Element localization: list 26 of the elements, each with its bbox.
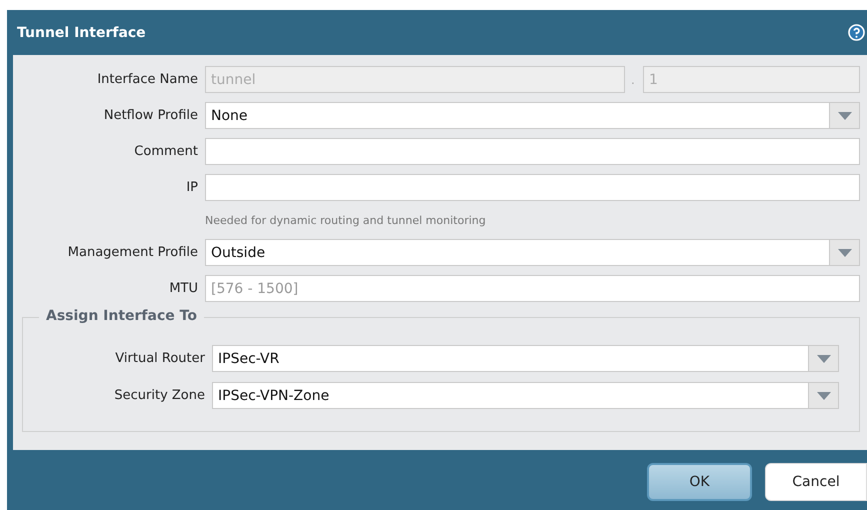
field-label: Security Zone xyxy=(113,388,205,403)
field-label: Comment xyxy=(133,144,198,159)
caret-icon xyxy=(838,248,852,256)
dropdown-field[interactable]: Outside xyxy=(205,239,860,266)
field-label: MTU xyxy=(168,281,198,296)
group-legend: Assign Interface To xyxy=(39,308,204,324)
hint-text: Needed for dynamic routing and tunnel monitoring xyxy=(205,214,487,227)
field-label: Virtual Router xyxy=(114,351,205,366)
caret-icon xyxy=(816,392,830,400)
separator-dot: . xyxy=(631,72,636,86)
dropdown-field[interactable]: None xyxy=(205,102,860,129)
dropdown-field[interactable]: IPSec-VR xyxy=(212,345,839,372)
text-field[interactable] xyxy=(205,138,860,165)
text-field[interactable] xyxy=(205,174,860,201)
field-label: Netflow Profile xyxy=(102,108,198,123)
caret-icon xyxy=(816,354,830,362)
dropdown-field[interactable]: IPSec-VPN-Zone xyxy=(212,382,839,409)
field-label: Management Profile xyxy=(66,245,198,260)
window-title: Tunnel Interface xyxy=(17,24,146,40)
field-label: IP xyxy=(185,180,198,195)
field-label: Interface Name xyxy=(96,72,198,87)
help-icon[interactable] xyxy=(848,24,865,41)
caret-icon xyxy=(838,112,852,120)
text-field[interactable]: [576 - 1500] xyxy=(205,275,860,302)
cancel-button[interactable]: Cancel xyxy=(765,463,867,501)
ok-button[interactable]: OK xyxy=(647,463,752,501)
